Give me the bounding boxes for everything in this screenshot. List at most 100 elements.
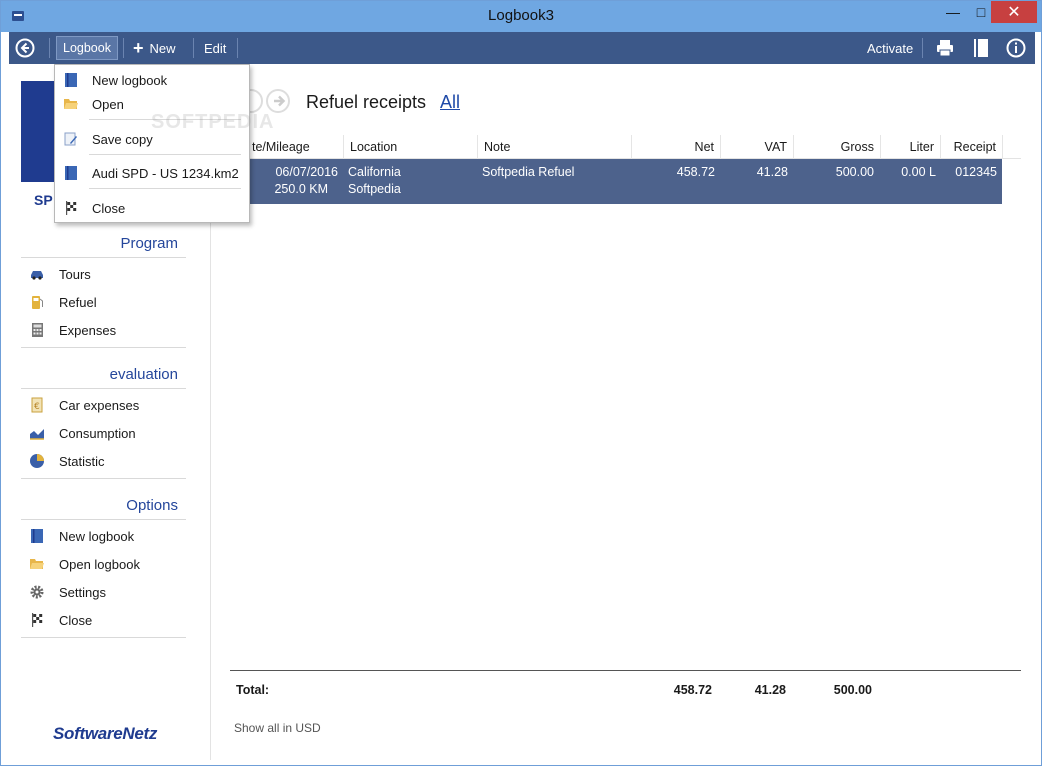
cell-gross: 500.00 [835,165,874,179]
totals-divider [230,670,1021,671]
toolbar-separator [49,38,50,58]
column-header-spacer [1002,135,1021,159]
totals-label: Total: [236,683,270,697]
toolbar-separator [193,38,194,58]
section-heading-options: Options [126,497,178,514]
menu-item-recent-logbook[interactable]: Audi SPD - US 1234.km2 [55,162,249,184]
sidebar-item-new-logbook[interactable]: New logbook [29,525,134,547]
column-header-liter[interactable]: Liter [880,135,940,159]
sidebar-item-label: Statistic [59,453,105,469]
sidebar-item-car-expenses[interactable]: € Car expenses [29,394,139,416]
sidebar-item-tours[interactable]: Tours [29,263,91,285]
toolbar-separator [922,38,923,58]
logbook-logo [21,81,56,182]
book-icon [974,39,988,57]
section-divider [21,388,186,389]
cell-vat: 41.28 [756,165,788,179]
column-header-date-mileage[interactable]: te/Mileage [240,135,344,159]
edit-button[interactable]: Edit [204,32,226,64]
activate-button[interactable]: Activate [867,32,913,64]
plus-icon: + [133,37,144,58]
cell-receipt: 012345 [955,165,997,179]
sidebar-item-label: Car expenses [59,397,140,413]
logo-text: SP [34,192,53,208]
total-vat: 41.28 [754,683,786,697]
filter-all-link[interactable]: All [440,92,460,113]
sidebar-item-consumption[interactable]: Consumption [29,422,136,444]
sidebar-item-label: Open logbook [59,556,140,572]
column-header-gross[interactable]: Gross [793,135,880,159]
checkered-flag-icon [63,200,79,216]
sidebar-item-label: Tours [59,266,91,282]
sidebar-item-settings[interactable]: Settings [29,581,106,603]
back-button[interactable] [15,32,39,64]
euro-document-icon: € [29,397,45,413]
folder-open-icon [29,556,45,572]
currency-note: Show all in USD [234,721,321,735]
book-icon [29,528,45,544]
section-divider [21,478,186,479]
area-chart-icon [29,425,45,441]
table-header: te/Mileage Location Note Net VAT Gross L… [230,135,1021,159]
book-icon [63,165,79,181]
column-header-vat[interactable]: VAT [720,135,793,159]
column-header-receipt[interactable]: Receipt [940,135,1002,159]
page-title: Refuel receipts [306,92,427,112]
info-button[interactable] [1006,32,1026,64]
menu-item-label: Audi SPD - US 1234.km2 [92,165,239,181]
sidebar-item-statistic[interactable]: Statistic [29,450,105,472]
section-divider [21,257,186,258]
column-header-note[interactable]: Note [477,135,631,159]
cell-note: Softpedia Refuel [482,165,575,179]
minimize-icon[interactable]: — [939,1,967,23]
sidebar-item-refuel[interactable]: Refuel [29,291,97,313]
next-arrow-icon[interactable] [266,89,290,113]
save-copy-icon [63,131,79,147]
menu-item-label: Close [92,200,126,216]
manual-button[interactable] [972,32,990,64]
pie-chart-icon [29,453,45,469]
cell-liter: 0.00 L [901,165,936,179]
close-window-icon[interactable]: ✕ [991,1,1037,23]
cell-net: 458.72 [676,165,715,179]
car-icon [29,266,45,282]
sidebar-item-label: Expenses [59,322,117,338]
toolbar: Logbook + New Edit Activate [9,32,1035,64]
sidebar-item-label: Close [59,612,93,628]
print-button[interactable] [935,32,955,64]
column-header-location[interactable]: Location [343,135,477,159]
new-button[interactable]: + New [133,32,176,64]
sidebar-item-expenses[interactable]: Expenses [29,319,116,341]
svg-text:€: € [34,402,40,412]
section-divider [21,637,186,638]
calculator-icon [29,322,45,338]
sidebar-item-open-logbook[interactable]: Open logbook [29,553,140,575]
printer-icon [937,40,953,57]
window-title: Logbook3 [488,7,554,24]
section-divider [21,519,186,520]
menu-item-label: New logbook [92,72,168,88]
logbook-menu-button[interactable]: Logbook [56,36,118,60]
section-divider [21,347,186,348]
sidebar-item-label: Consumption [59,425,136,441]
menu-separator [89,154,241,155]
total-net: 458.72 [673,683,712,697]
back-arrow-icon [15,38,35,58]
column-header-net[interactable]: Net [631,135,720,159]
cell-mileage: 250.0 KM [274,182,328,196]
section-heading-program: Program [120,235,178,252]
gear-icon [29,584,45,600]
cell-date: 06/07/2016 [275,165,338,179]
brand-logo: SoftwareNetz [53,724,158,743]
sidebar-item-close[interactable]: Close [29,609,92,631]
table-row[interactable]: 06/07/2016 250.0 KM California Softpedia… [240,159,1002,204]
cell-location-line1: California [348,165,401,179]
app-window: Logbook3 — □ ✕ Logbook + New Edit Activa… [0,0,1042,766]
toolbar-separator [123,38,124,58]
cell-location-line2: Softpedia [348,182,401,196]
total-gross: 500.00 [833,683,872,697]
folder-open-icon [63,96,79,112]
sidebar-item-label: New logbook [59,528,135,544]
menu-item-close[interactable]: Close [55,197,249,219]
menu-item-new-logbook[interactable]: New logbook [55,69,249,91]
